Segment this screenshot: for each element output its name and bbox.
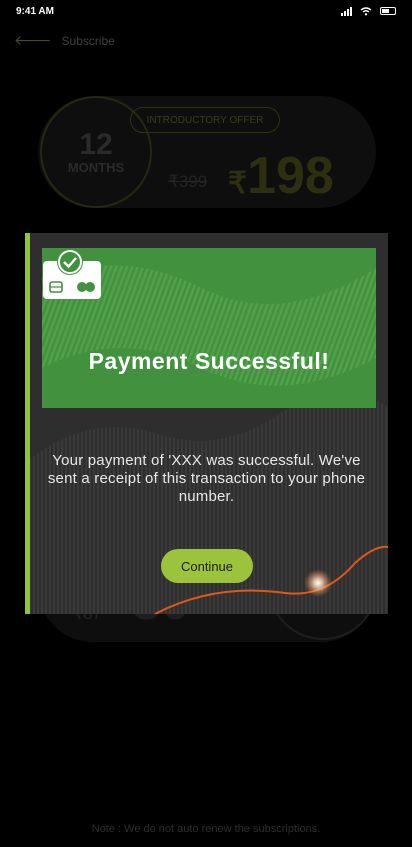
header-title: Subscribe	[61, 33, 115, 48]
old-price: ₹399	[168, 172, 208, 191]
signal-icon	[341, 6, 352, 16]
price: ₹198	[228, 146, 334, 206]
modal-title: Payment Successful!	[88, 348, 330, 374]
status-icons	[341, 6, 396, 16]
months-number: 12	[79, 127, 113, 161]
payment-card-check-icon	[43, 249, 101, 299]
currency-symbol: ₹	[228, 167, 248, 200]
plan-card-12-months[interactable]: 12 MONTHS INTRODUCTORY OFFER ₹399 ₹198	[38, 96, 376, 208]
footer-note: Note : We do not auto renew the subscrip…	[91, 823, 321, 835]
price-value: 198	[247, 147, 334, 205]
payment-success-modal: Payment Successful! Your payment of 'XXX…	[25, 233, 388, 614]
back-arrow-icon[interactable]: 🡐	[14, 32, 52, 49]
header: 🡐 Subscribe	[14, 32, 115, 49]
success-banner: Payment Successful!	[42, 248, 376, 408]
modal-accent-bar	[25, 233, 30, 614]
offer-badge: INTRODUCTORY OFFER	[130, 107, 280, 133]
battery-icon	[380, 7, 396, 15]
status-bar: 9:41 AM	[0, 0, 412, 22]
success-message: Your payment of 'XXX was successful. We'…	[47, 452, 366, 505]
status-time: 9:41 AM	[16, 5, 54, 17]
wifi-icon	[360, 6, 372, 15]
continue-button[interactable]: Continue	[161, 549, 253, 583]
months-label: MONTHS	[67, 159, 125, 175]
